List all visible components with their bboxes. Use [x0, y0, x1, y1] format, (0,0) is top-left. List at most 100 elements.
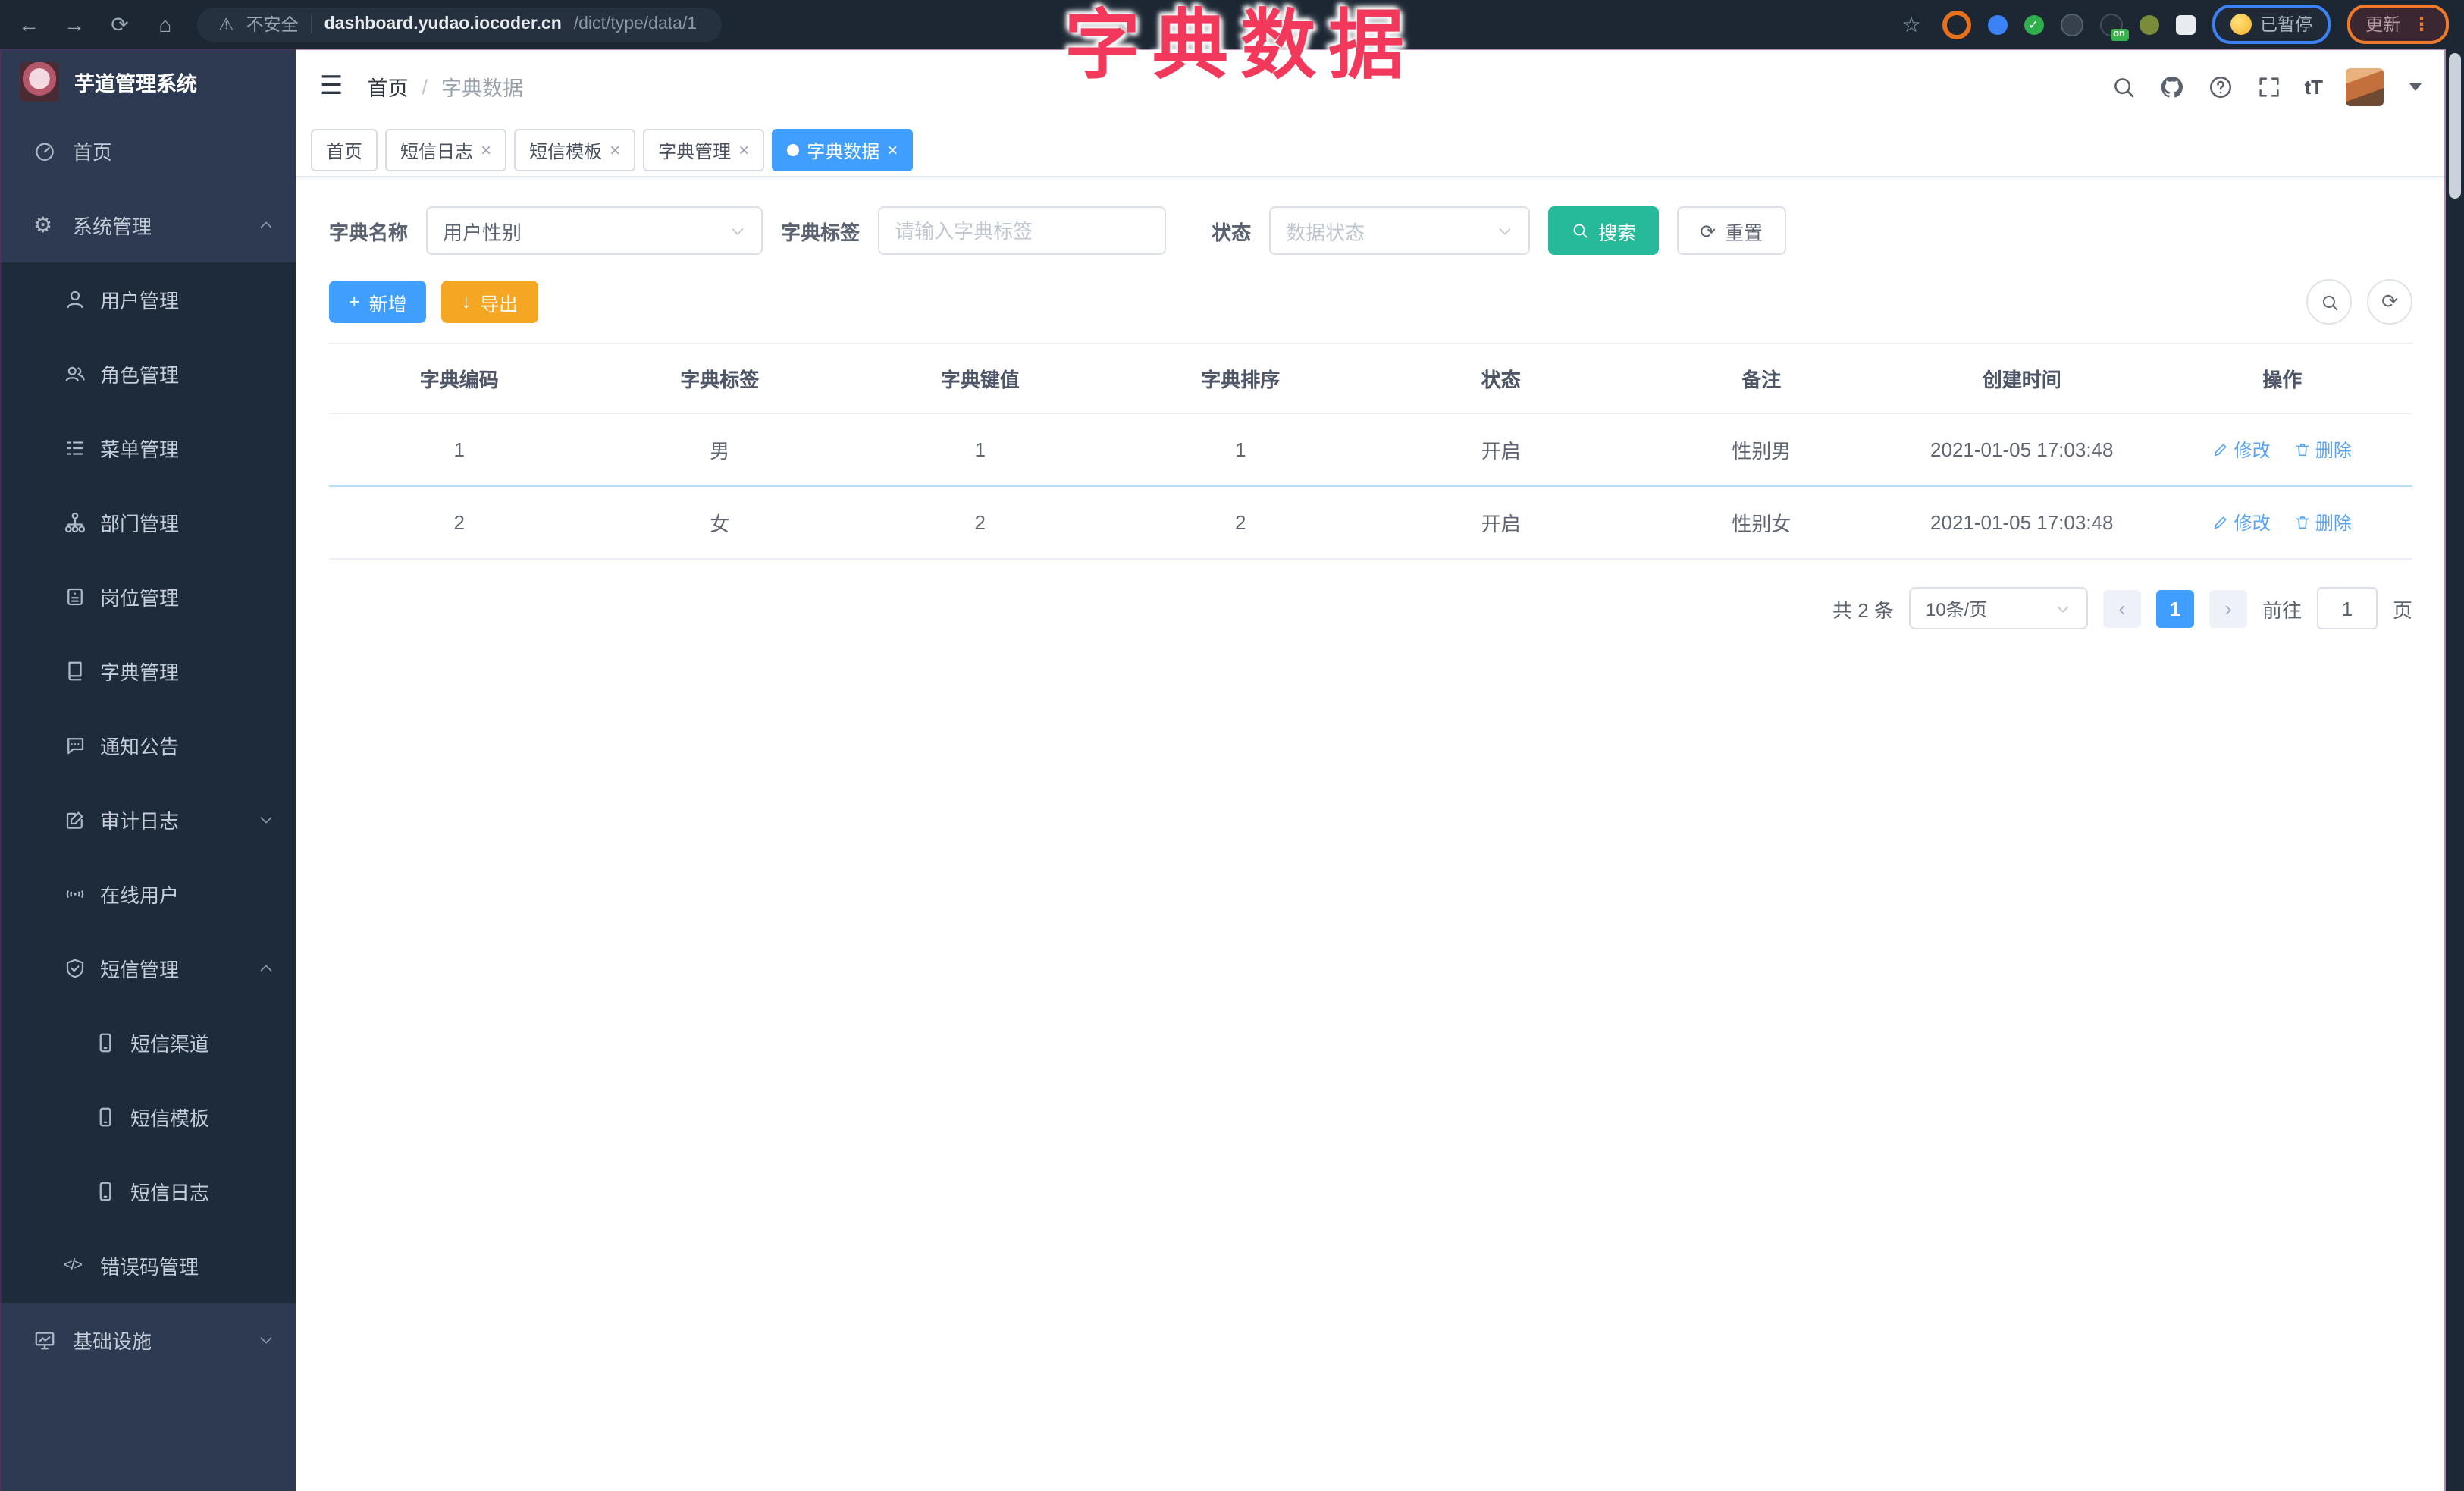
browser-menu-icon[interactable]: ⋮	[2412, 14, 2431, 35]
monitor-icon	[33, 1329, 58, 1351]
user-avatar[interactable]	[2346, 67, 2384, 105]
extension-slate-icon[interactable]	[2060, 13, 2083, 36]
search-icon[interactable]	[2110, 74, 2136, 99]
delete-link[interactable]: 删除	[2294, 510, 2352, 535]
sidebar-item-label: 菜单管理	[100, 438, 180, 461]
sidebar-item-role-management[interactable]: 角色管理	[0, 337, 296, 411]
refresh-icon: ⟳	[1700, 221, 1716, 242]
prev-page-button[interactable]: ‹	[2102, 589, 2141, 627]
reset-button[interactable]: ⟳ 重置	[1677, 206, 1786, 255]
sidebar-item-label: 在线用户	[100, 884, 180, 907]
sidebar-item-sms-log[interactable]: 短信日志	[0, 1154, 296, 1229]
hide-search-button[interactable]	[2306, 279, 2352, 325]
extension-blue-icon[interactable]	[1987, 14, 2007, 34]
edit-link[interactable]: 修改	[2213, 510, 2271, 535]
sidebar-item-label: 用户管理	[100, 290, 180, 312]
export-button[interactable]: ↓ 导出	[441, 281, 538, 323]
sidebar-collapse-icon[interactable]: ☰	[320, 71, 343, 102]
update-button[interactable]: 更新 ⋮	[2347, 5, 2449, 44]
close-icon[interactable]: ×	[738, 140, 749, 161]
close-icon[interactable]: ×	[887, 140, 898, 161]
extension-olive-icon[interactable]	[2139, 14, 2158, 34]
add-button[interactable]: + 新增	[329, 281, 427, 323]
sidebar-item-label: 系统管理	[73, 215, 152, 238]
sidebar-item-menu-management[interactable]: 菜单管理	[0, 411, 296, 485]
breadcrumb-home[interactable]: 首页	[368, 71, 409, 102]
sidebar-item-audit-log[interactable]: 审计日志	[0, 783, 296, 857]
tab-home[interactable]: 首页	[311, 129, 378, 171]
security-label: 不安全	[246, 17, 299, 35]
tab-label: 短信日志	[400, 140, 474, 162]
close-icon[interactable]: ×	[610, 140, 620, 161]
reset-button-label: 重置	[1725, 222, 1763, 243]
url-divider	[310, 15, 312, 33]
current-page-button[interactable]: 1	[2155, 589, 2194, 627]
browser-back-icon[interactable]: ←	[15, 12, 42, 36]
breadcrumb: 首页 / 字典数据	[368, 71, 524, 102]
fullscreen-icon[interactable]	[2256, 74, 2281, 99]
close-icon[interactable]: ×	[481, 140, 491, 161]
next-page-button[interactable]: ›	[2209, 589, 2247, 627]
dict-tag-input[interactable]	[878, 206, 1167, 255]
profile-paused-chip[interactable]: 已暂停	[2212, 5, 2331, 44]
sidebar-item-dept-management[interactable]: 部门管理	[0, 485, 296, 560]
table-row[interactable]: 1 男 1 1 开启 性别男 2021-01-05 17:03:48 修改 删除	[329, 413, 2412, 487]
browser-reload-icon[interactable]: ⟳	[106, 11, 133, 37]
browser-home-icon[interactable]: ⌂	[152, 12, 179, 36]
status-select[interactable]: 数据状态	[1269, 206, 1531, 255]
search-button[interactable]: 搜索	[1548, 206, 1660, 255]
tab-sms-template[interactable]: 短信模板 ×	[514, 129, 636, 171]
page-size-select[interactable]: 10条/页	[1908, 587, 2088, 629]
bookmark-star-icon[interactable]: ☆	[1898, 11, 1925, 37]
sidebar-item-label: 短信渠道	[130, 1033, 210, 1056]
browser-forward-icon[interactable]: →	[61, 12, 88, 36]
edit-label: 修改	[2234, 440, 2271, 461]
user-icon	[64, 288, 88, 311]
extension-dark-icon[interactable]: on	[2099, 13, 2128, 40]
extensions-puzzle-icon[interactable]	[2175, 14, 2195, 34]
sidebar-item-infrastructure[interactable]: 基础设施	[0, 1303, 296, 1377]
sidebar-item-error-code[interactable]: </> 错误码管理	[0, 1229, 296, 1303]
sidebar-item-dict-management[interactable]: 字典管理	[0, 634, 296, 708]
app-logo-row[interactable]: 芋道管理系统	[0, 49, 296, 114]
github-icon[interactable]	[2158, 74, 2184, 99]
sidebar-item-notice[interactable]: 通知公告	[0, 708, 296, 783]
sidebar-item-system-management[interactable]: ⚙ 系统管理	[0, 188, 296, 262]
tab-dict-data[interactable]: 字典数据 ×	[772, 129, 914, 171]
sidebar-item-home[interactable]: 首页	[0, 114, 296, 188]
goto-page-input[interactable]	[2316, 587, 2378, 629]
dict-name-label: 字典名称	[329, 221, 409, 243]
extension-green-check-icon[interactable]: ✓	[2024, 14, 2043, 34]
dict-name-select[interactable]: 用户性别	[426, 206, 763, 255]
page-scrollbar[interactable]	[2446, 49, 2464, 1491]
scrollbar-thumb[interactable]	[2449, 53, 2461, 199]
browser-toolbar-right: ☆ ✓ on 已暂停 更新 ⋮	[1898, 5, 2449, 44]
code-icon: </>	[64, 1257, 83, 1274]
address-bar[interactable]: ⚠ 不安全 dashboard.yudao.iocoder.cn/dict/ty…	[197, 7, 722, 42]
sidebar-item-post-management[interactable]: 岗位管理	[0, 560, 296, 634]
sidebar-item-sms-template[interactable]: 短信模板	[0, 1080, 296, 1154]
font-size-icon[interactable]: tT	[2304, 75, 2323, 98]
sidebar-item-label: 岗位管理	[100, 587, 180, 610]
tab-dict-management[interactable]: 字典管理 ×	[643, 129, 765, 171]
delete-link[interactable]: 删除	[2294, 437, 2352, 463]
search-icon	[2321, 294, 2337, 310]
sidebar-item-user-management[interactable]: 用户管理	[0, 262, 296, 337]
avatar-dropdown-caret-icon[interactable]	[2409, 83, 2422, 90]
tab-sms-log[interactable]: 短信日志 ×	[385, 129, 507, 171]
help-icon[interactable]	[2207, 74, 2233, 99]
sidebar-item-online-users[interactable]: 在线用户	[0, 857, 296, 931]
book-icon	[64, 660, 88, 683]
cell-remark: 性别女	[1631, 486, 1892, 560]
annotation-title: 字典数据	[1064, 3, 1416, 88]
sidebar-item-sms-management[interactable]: 短信管理	[0, 931, 296, 1006]
sidebar-item-sms-channel[interactable]: 短信渠道	[0, 1006, 296, 1080]
edit-icon	[2215, 444, 2227, 457]
delete-label: 删除	[2315, 513, 2352, 534]
chevron-down-icon	[1499, 228, 1511, 234]
edit-link[interactable]: 修改	[2213, 437, 2271, 463]
extension-orange-icon[interactable]	[1942, 10, 1970, 39]
refresh-table-button[interactable]: ⟳	[2367, 279, 2412, 325]
table-tools: ⟳	[2306, 279, 2412, 325]
table-row[interactable]: 2 女 2 2 开启 性别女 2021-01-05 17:03:48 修改 删除	[329, 486, 2412, 560]
